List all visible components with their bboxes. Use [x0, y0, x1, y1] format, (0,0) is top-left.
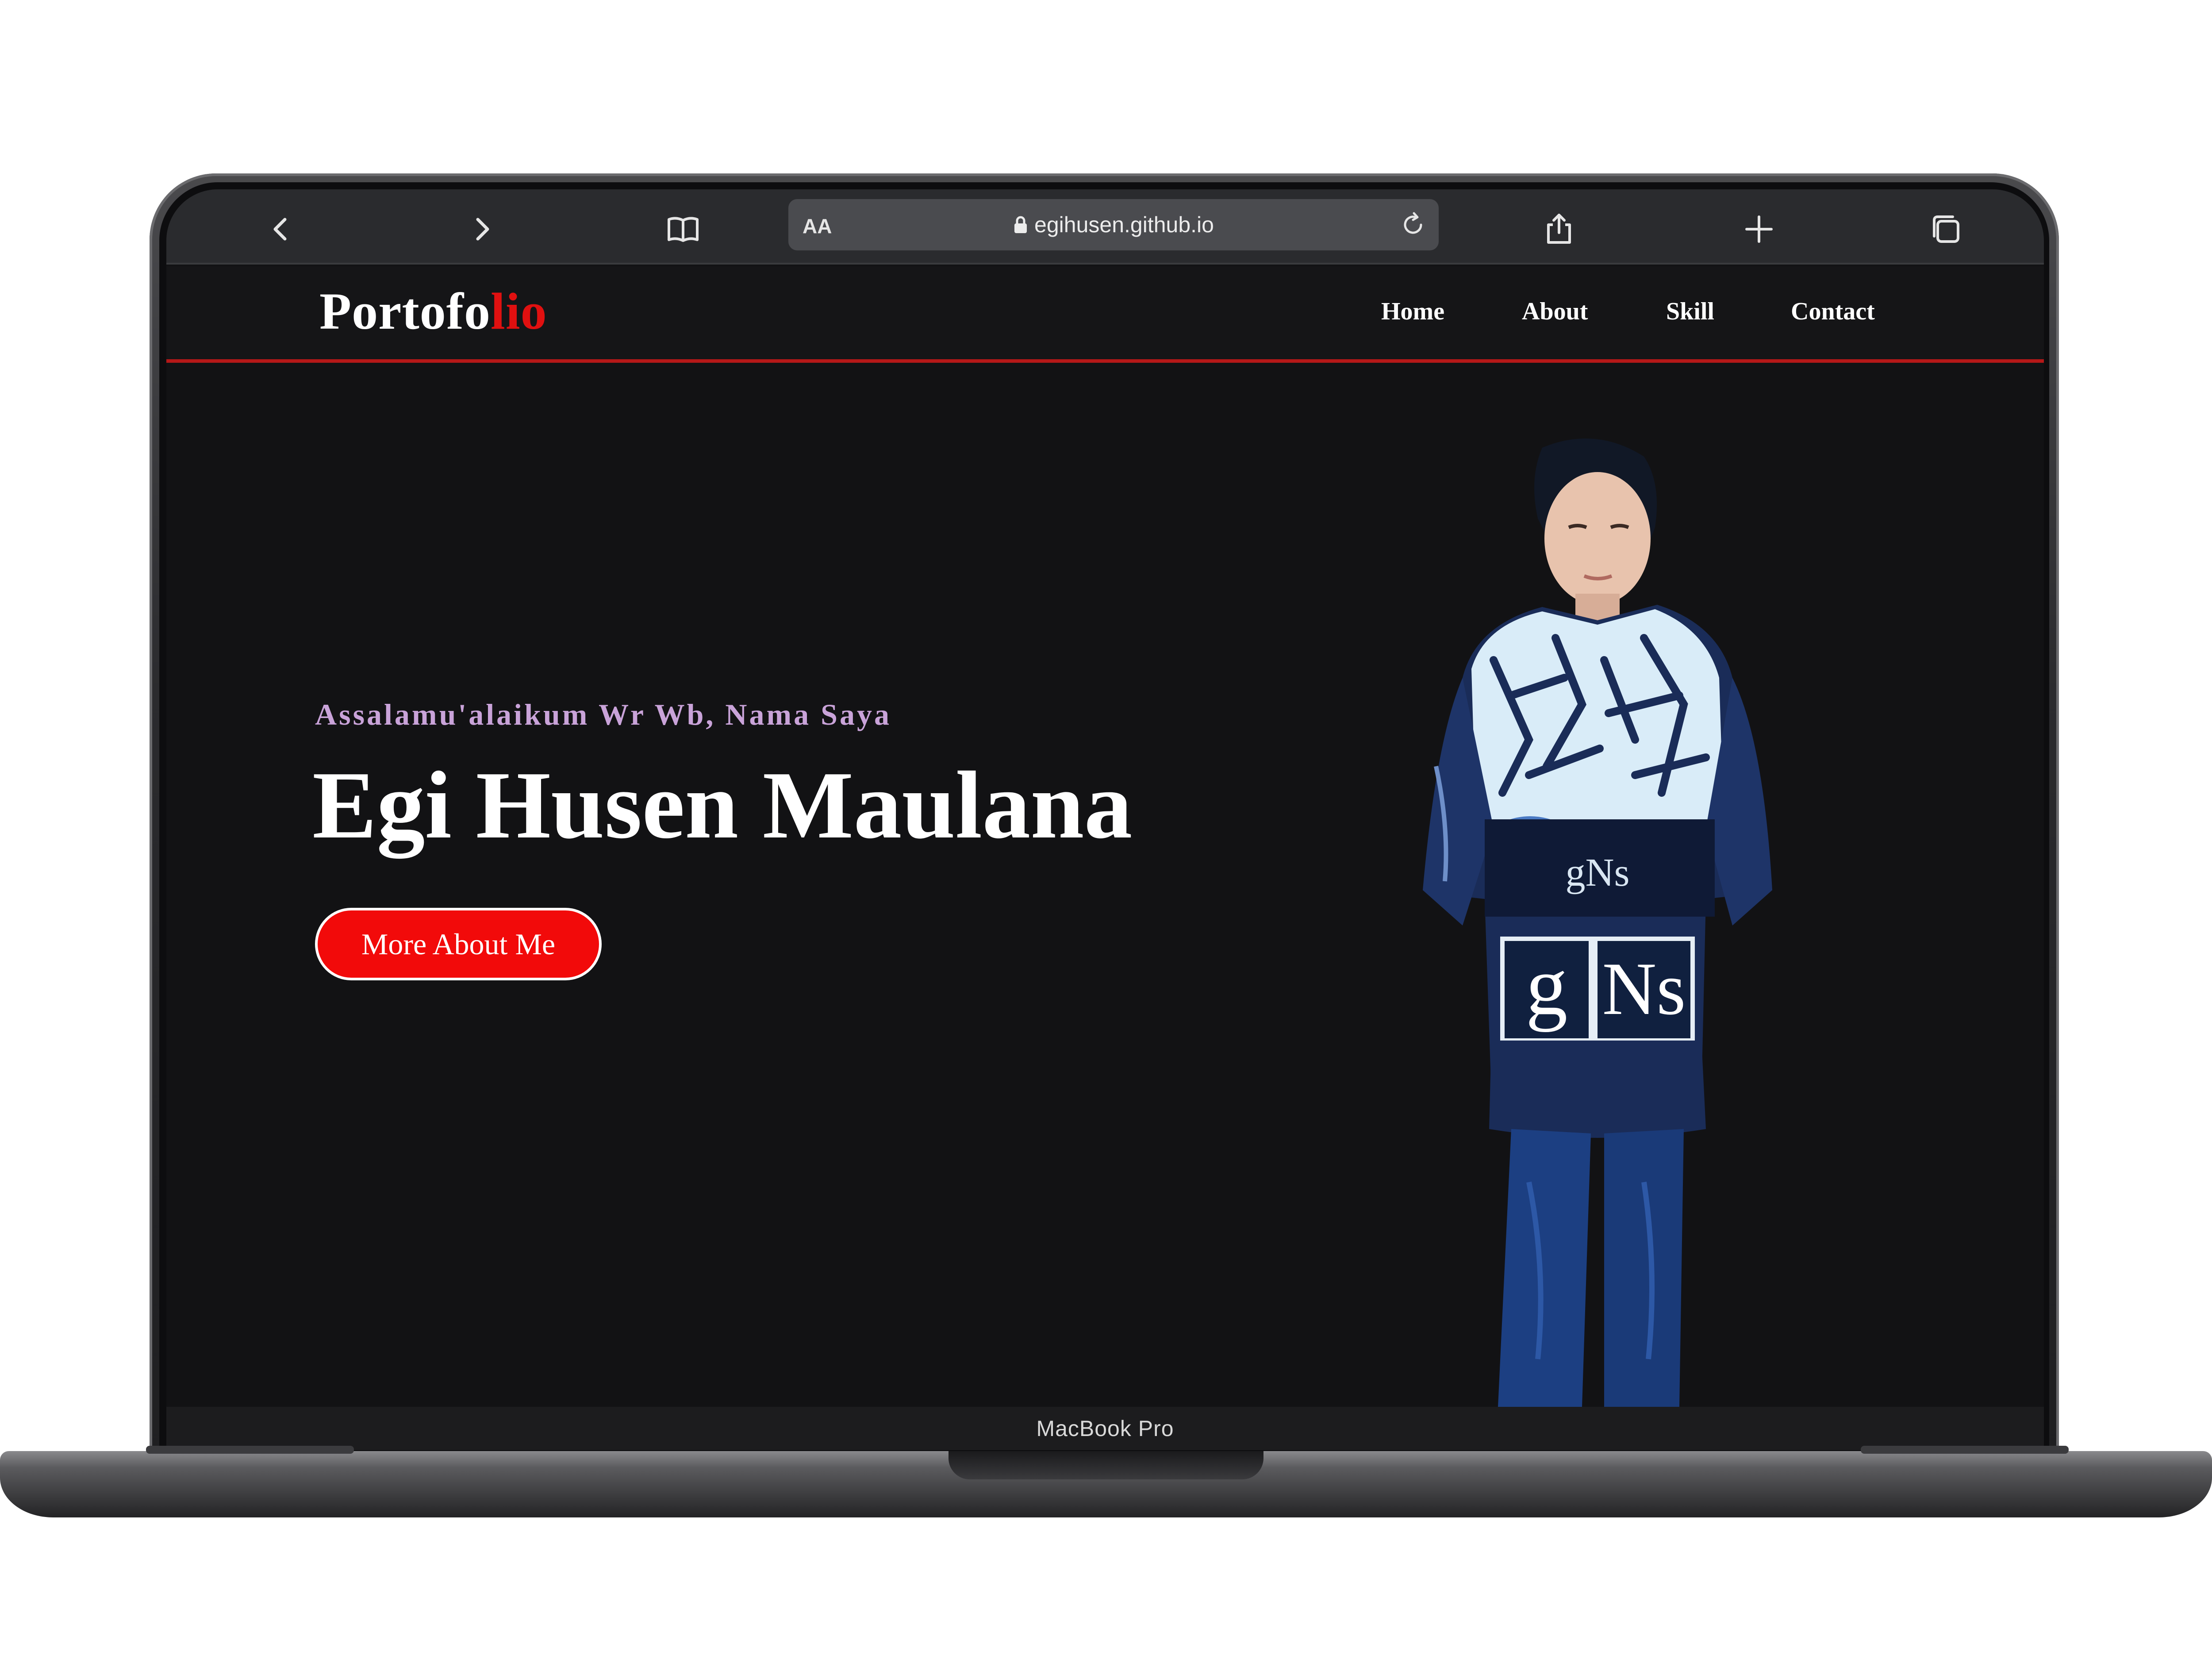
logo-accent-text: lio [491, 282, 547, 340]
hero-greeting: Assalamu'alaikum Wr Wb, Nama Saya [315, 698, 892, 731]
jacket-text-ns: Ns [1602, 947, 1686, 1030]
reload-icon[interactable] [1399, 211, 1427, 239]
tabs-icon[interactable] [1928, 211, 1963, 247]
nav-about[interactable]: About [1522, 297, 1588, 326]
share-icon[interactable] [1541, 211, 1577, 247]
logo-main-text: Portofo [319, 282, 491, 340]
profile-photo: gNs g Ns [1396, 430, 1794, 1407]
browser-toolbar: AA egihusen.github.io [166, 189, 2044, 265]
address-bar[interactable]: AA egihusen.github.io [788, 199, 1439, 250]
nav-contact[interactable]: Contact [1791, 297, 1875, 326]
laptop-hinge-strip: MacBook Pro [166, 1407, 2044, 1450]
jacket-text-top: gNs [1565, 851, 1629, 895]
model-label: MacBook Pro [1036, 1416, 1174, 1441]
stage: AA egihusen.github.io Portofolio Home Ab… [0, 0, 2212, 1659]
site-navbar: Portofolio Home About Skill Contact [166, 266, 2044, 363]
laptop-base-edge-left [146, 1446, 354, 1454]
laptop-screen: AA egihusen.github.io Portofolio Home Ab… [166, 189, 2044, 1407]
nav-home[interactable]: Home [1381, 297, 1444, 326]
laptop-opening-notch [949, 1451, 1263, 1479]
lock-icon [1013, 215, 1028, 234]
nav-skill[interactable]: Skill [1666, 297, 1714, 326]
laptop-base-edge-right [1861, 1446, 2069, 1454]
chevron-left-icon[interactable] [264, 211, 299, 247]
jacket-text-g: g [1526, 940, 1568, 1033]
hero-section: Assalamu'alaikum Wr Wb, Nama Saya Egi Hu… [166, 366, 2044, 1407]
more-about-me-button[interactable]: More About Me [315, 908, 602, 980]
url-display: egihusen.github.io [788, 199, 1439, 250]
url-text: egihusen.github.io [1034, 212, 1214, 237]
plus-icon[interactable] [1741, 211, 1777, 247]
chevron-right-icon[interactable] [464, 211, 499, 247]
hero-name: Egi Husen Maulana [312, 752, 1133, 859]
book-icon[interactable] [665, 211, 701, 247]
site-logo[interactable]: Portofolio [319, 281, 547, 342]
